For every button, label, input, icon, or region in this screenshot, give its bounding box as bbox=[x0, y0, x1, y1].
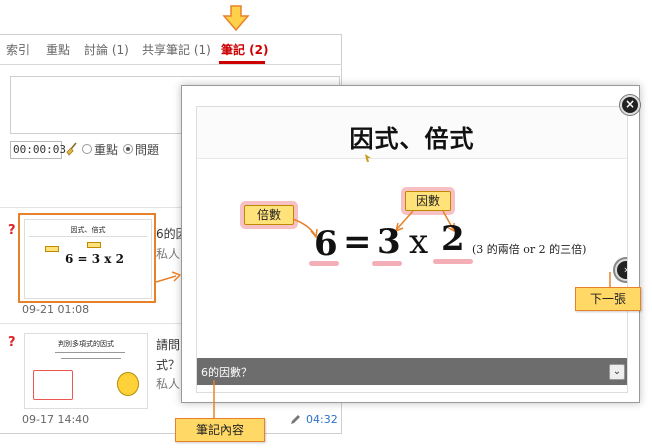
note-timestamp: 09-21 01:08 bbox=[22, 303, 90, 316]
note-timestamp: 09-17 14:40 bbox=[22, 413, 90, 426]
callout-note-content: 筆記內容 bbox=[175, 418, 265, 442]
radio-highlight-label: 重點 bbox=[94, 143, 119, 157]
equation-note: (3 的兩倍 or 2 的三倍) bbox=[472, 243, 587, 256]
tab-discussion[interactable]: 討論 (1) bbox=[84, 41, 129, 58]
note-privacy: 私人 bbox=[156, 377, 181, 391]
equation-equals: = bbox=[343, 222, 372, 262]
tab-notes[interactable]: 筆記 (2) bbox=[221, 41, 269, 58]
highlight-mark bbox=[372, 261, 402, 266]
tab-shared-notes[interactable]: 共享筆記 (1) bbox=[142, 41, 211, 58]
tab-bar: 索引 重點 討論 (1) 共享筆記 (1) 筆記 (2) bbox=[0, 35, 342, 65]
question-icon: ? bbox=[8, 223, 16, 238]
note-text: 請問 bbox=[156, 338, 181, 352]
active-tab-indicator bbox=[219, 61, 265, 64]
pencil-icon[interactable] bbox=[289, 414, 301, 426]
note-caption: 6的因數？ bbox=[201, 366, 252, 379]
expand-caption-button[interactable]: ⌄ bbox=[609, 364, 625, 380]
radio-question[interactable] bbox=[123, 144, 133, 154]
note-text: 式？ bbox=[156, 358, 181, 372]
note-time-link[interactable]: 04:32 bbox=[306, 413, 338, 426]
tab-index[interactable]: 索引 bbox=[6, 41, 30, 58]
radio-question-label: 問題 bbox=[135, 143, 160, 157]
time-input[interactable]: 00:00:03 bbox=[10, 141, 66, 159]
radio-highlight[interactable] bbox=[82, 144, 92, 154]
equation-three: 3 bbox=[377, 222, 401, 262]
callout-next-slide: 下一張 bbox=[575, 287, 641, 311]
highlight-mark bbox=[309, 261, 339, 266]
note-thumbnail[interactable]: 判別多項式的因式 bbox=[24, 333, 148, 409]
close-button[interactable]: × bbox=[620, 95, 640, 115]
note-caption-bar: 6的因數？ ⌄ bbox=[197, 358, 627, 385]
arrow-down-icon bbox=[222, 5, 250, 31]
tab-highlights[interactable]: 重點 bbox=[46, 41, 70, 58]
equation-two: 2 bbox=[441, 219, 465, 259]
thumbnail-title: 判別多項式的因式 bbox=[58, 340, 114, 348]
broom-icon[interactable] bbox=[64, 142, 78, 156]
note-privacy: 私人 bbox=[156, 247, 181, 261]
equation-six: 6 bbox=[314, 224, 338, 264]
question-icon: ? bbox=[8, 335, 16, 350]
note-viewer-modal: 因式、倍式 倍數 因數 6 = 3 x 2 (3 的兩倍 or 2 的三倍) ›… bbox=[181, 85, 640, 403]
equation-times: x bbox=[409, 222, 429, 262]
thumbnail-highlight bbox=[18, 213, 156, 303]
highlight-mark bbox=[433, 259, 473, 264]
slide-preview: 因式、倍式 倍數 因數 6 = 3 x 2 (3 的兩倍 or 2 的三倍) › bbox=[196, 106, 628, 393]
